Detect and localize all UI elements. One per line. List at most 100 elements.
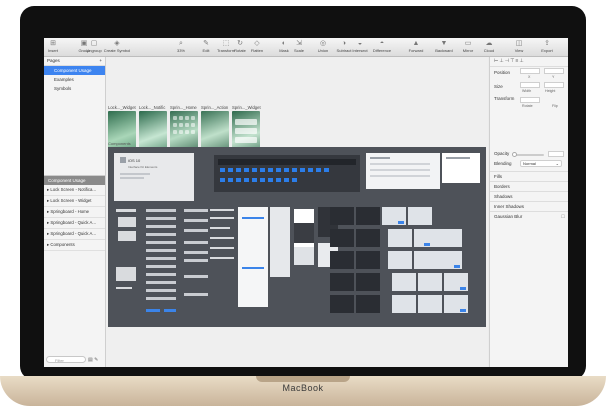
toolbar-scale-button[interactable]: ⇲ Scale (292, 39, 306, 56)
page-item-symbols[interactable]: Symbols (44, 84, 105, 93)
laptop-brand: MacBook (282, 383, 324, 393)
section-label: Gaussian Blur (494, 214, 523, 219)
page-label: Examples (54, 77, 74, 82)
section-label: Inner Shadows (494, 204, 525, 209)
toolbar-view-button[interactable]: ◫ View (508, 39, 530, 56)
forward-icon: ▲ (412, 40, 420, 47)
rotate-icon: ↻ (237, 40, 243, 47)
toolbar-label: Rotate (234, 48, 246, 53)
toolbar-export-button[interactable]: ⇪ Export (536, 39, 558, 56)
components-artboard[interactable]: iOS 10 Interface Kit Elements (108, 147, 486, 327)
toolbar-union-button[interactable]: ◎ Union (316, 39, 330, 56)
intersect-icon: ◒ (357, 40, 363, 47)
checkbox-icon[interactable]: ☐ (561, 212, 565, 221)
layer-item[interactable]: ▸ Springboard - Home (44, 207, 105, 218)
subtract-icon: ◑ (341, 40, 347, 47)
slice-tool-icon[interactable]: ▤ (88, 357, 93, 363)
fills-section[interactable]: Fills (490, 171, 568, 180)
left-panel: Pages + Component Usage Examples Symbols… (44, 57, 106, 367)
laptop-notch (256, 376, 350, 382)
toolbar-cloud-button[interactable]: ☁ Cloud (480, 39, 498, 56)
opacity-slider-knob[interactable] (512, 152, 517, 157)
borders-section[interactable]: Borders (490, 181, 568, 190)
components-sheet: iOS 10 Interface Kit Elements (114, 153, 480, 313)
export-icon: ⇪ (544, 40, 550, 47)
layer-item[interactable]: ▸ Lock Screen - Widget (44, 196, 105, 207)
blending-select[interactable]: Normal ⌄ (520, 160, 562, 167)
toolbar-label: View (514, 48, 524, 53)
page-item-examples[interactable]: Examples (44, 75, 105, 84)
scale-icon: ⇲ (296, 40, 302, 47)
page-label: Component Usage (54, 68, 92, 73)
layer-item[interactable]: ▸ Springboard - Quick A... (44, 218, 105, 229)
y-field[interactable] (544, 68, 564, 74)
pen-tool-icon[interactable]: ✎ (94, 357, 98, 363)
toolbar-label: Difference (372, 48, 392, 53)
components-label: Components (108, 141, 131, 146)
toolbar-label: 33% (176, 48, 185, 53)
opacity-field[interactable] (548, 151, 564, 157)
layer-group-component-usage[interactable]: Component Usage (44, 176, 105, 185)
toolbar-label: Flatten (250, 48, 264, 53)
layer-label: Springboard - Quick A... (50, 220, 96, 225)
align-bottom-icon[interactable]: ⊥ (519, 58, 524, 64)
layer-item[interactable]: ▸ Springboard - Quick A... (44, 229, 105, 240)
gaussian-blur-section[interactable]: Gaussian Blur ☐ (490, 211, 568, 220)
cloud-icon: ☁ (485, 40, 493, 47)
shadows-section[interactable]: Shadows (490, 191, 568, 200)
mirror-icon: ▭ (464, 40, 472, 47)
toolbar-ungroup-button[interactable]: ▢ Ungroup (86, 39, 102, 56)
toolbar-zoom-button[interactable]: ⌕ 33% (172, 39, 190, 56)
canvas[interactable]: Lock..._Widget Lock..._Notific Sprin..._… (106, 57, 488, 367)
toolbar-difference-button[interactable]: ◓ Difference (372, 39, 392, 56)
size-label: Size (494, 84, 503, 89)
toolbar-label: Forward (408, 48, 424, 53)
page-item-component-usage[interactable]: Component Usage (44, 66, 105, 75)
pages-header: Pages + (44, 57, 105, 66)
layer-label: Lock Screen - Widget (50, 198, 92, 203)
toolbar-mask-button[interactable]: ◐ Mask (277, 39, 291, 56)
toolbar-forward-button[interactable]: ▲ Forward (406, 39, 426, 56)
layer-list: ▸ Lock Screen - Notifica... ▸ Lock Scree… (44, 185, 105, 251)
difference-icon: ◓ (379, 40, 385, 47)
flatten-icon: ◇ (254, 40, 260, 47)
layer-item[interactable]: ▸ Lock Screen - Notifica... (44, 185, 105, 196)
layer-label: Springboard - Quick A... (50, 231, 96, 236)
toolbar-label: Cloud (483, 48, 495, 53)
toolbar-symbol-button[interactable]: ◈ Create Symbol (102, 39, 132, 56)
toolbar-label: Union (317, 48, 329, 53)
zoom-icon: ⌕ (179, 40, 183, 47)
position-label: Position (494, 70, 511, 75)
layer-label: Components (50, 242, 75, 247)
section-label: Fills (494, 174, 502, 179)
toolbar-plus-square-button[interactable]: ⊞ Insert (44, 39, 62, 56)
inspector-panel: ⊢⊥⊣⊤≡⊥ Position X Y Size Width Height Tr… (489, 57, 568, 367)
opacity-slider[interactable] (514, 154, 544, 156)
toolbar-subtract-button[interactable]: ◑ Subtract (336, 39, 352, 56)
rotate-field[interactable] (520, 97, 540, 103)
width-caption: Width (522, 89, 532, 93)
inner-shadows-section[interactable]: Inner Shadows (490, 201, 568, 210)
section-label: Borders (494, 184, 510, 189)
x-field[interactable] (520, 68, 540, 74)
toolbar-intersect-button[interactable]: ◒ Intersect (352, 39, 368, 56)
toolbar-rotate-button[interactable]: ↻ Rotate (232, 39, 248, 56)
layer-item[interactable]: ▸ Components (44, 240, 105, 251)
toolbar-flatten-button[interactable]: ◇ Flatten (248, 39, 266, 56)
toolbar-label: Edit (202, 48, 210, 53)
toolbar-backward-button[interactable]: ▼ Backward (432, 39, 456, 56)
height-caption: Height (545, 89, 556, 93)
ungroup-icon: ▢ (90, 40, 98, 47)
edit-icon: ✎ (203, 40, 209, 47)
layer-filter-input[interactable]: Filter (46, 356, 86, 363)
toolbar: ⊞ Insert ▣ Group ▢ Ungroup ◈ Create Symbol ⌕ 33% ✎… (44, 38, 568, 57)
toolbar-label: Mirror (462, 48, 474, 53)
toolbar-label: Subtract (336, 48, 352, 53)
toolbar-edit-button[interactable]: ✎ Edit (197, 39, 215, 56)
add-page-button[interactable]: + (99, 57, 102, 65)
artboard-label: Sprin..._Widget (232, 105, 261, 110)
toolbar-mirror-button[interactable]: ▭ Mirror (458, 39, 478, 56)
chevron-down-icon: ⌄ (555, 161, 559, 166)
width-field[interactable] (520, 82, 540, 88)
height-field[interactable] (544, 82, 564, 88)
